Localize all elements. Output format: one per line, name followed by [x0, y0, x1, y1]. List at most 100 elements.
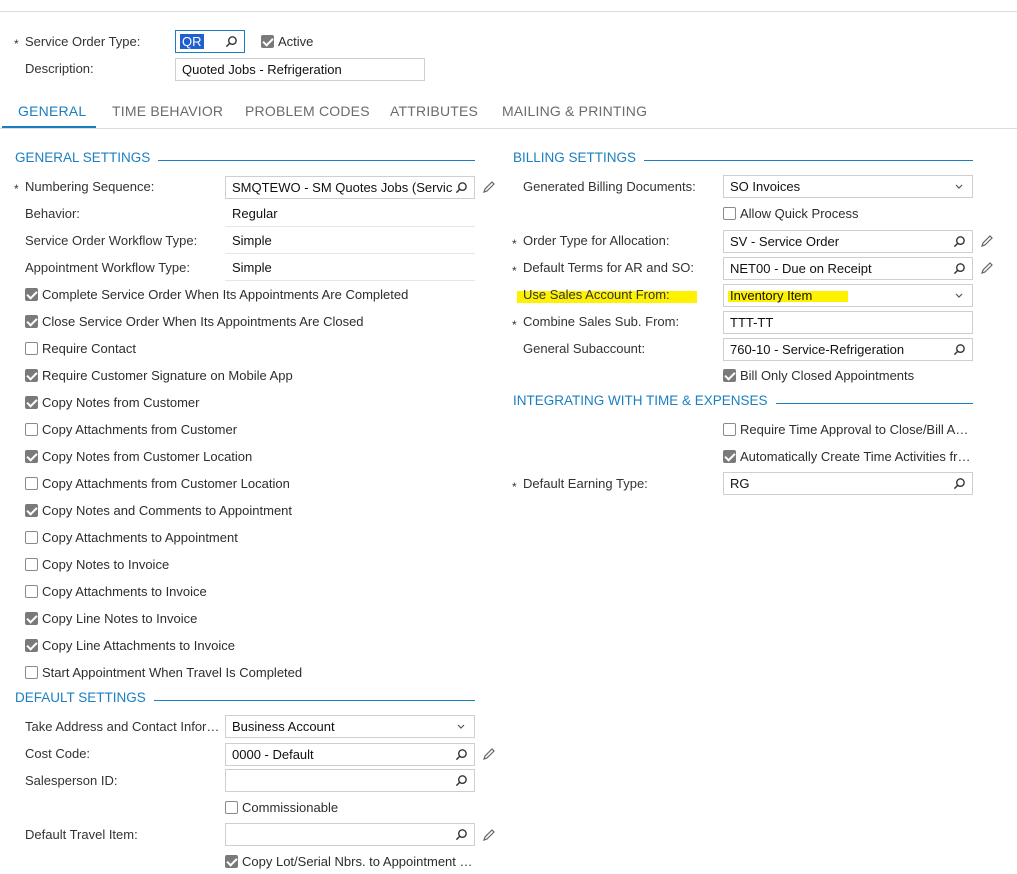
tab-general[interactable]: GENERAL — [18, 103, 86, 119]
chevron-down-icon[interactable] — [954, 290, 964, 300]
edit-pencil-icon[interactable] — [980, 234, 994, 248]
gen-billing-docs-select[interactable]: SO Invoices — [723, 175, 973, 198]
checkbox-box[interactable] — [25, 369, 38, 382]
checkbox-box[interactable] — [25, 504, 38, 517]
allow-quick-process-checkbox[interactable]: Allow Quick Process — [723, 206, 858, 221]
numbering-sequence-label: Numbering Sequence: — [25, 179, 155, 194]
cost-code-input[interactable]: 0000 - Default — [225, 743, 475, 766]
cost-code-label: Cost Code: — [25, 746, 91, 761]
search-icon[interactable] — [953, 477, 966, 490]
edit-pencil-icon[interactable] — [482, 747, 496, 761]
search-icon[interactable] — [953, 262, 966, 275]
search-icon[interactable] — [455, 748, 468, 761]
general-checkbox[interactable]: Copy Notes to Invoice — [25, 557, 169, 572]
required-marker: * — [512, 480, 517, 494]
active-checkbox-box[interactable] — [261, 35, 274, 48]
default-earning-type-input[interactable]: RG — [723, 472, 973, 495]
numbering-sequence-input[interactable]: SMQTEWO - SM Quotes Jobs (Servic — [225, 176, 475, 199]
general-checkbox[interactable]: Copy Notes from Customer Location — [25, 449, 252, 464]
use-sales-account-label: Use Sales Account From: — [523, 287, 670, 302]
checkbox-box[interactable] — [25, 450, 38, 463]
active-checkbox[interactable]: Active — [261, 34, 313, 49]
tab-time-behavior[interactable]: TIME BEHAVIOR — [112, 103, 223, 119]
general-subaccount-input[interactable]: 760-10 - Service-Refrigeration — [723, 338, 973, 361]
general-checkbox[interactable]: Copy Attachments to Invoice — [25, 584, 207, 599]
search-icon[interactable] — [953, 343, 966, 356]
salesperson-input[interactable] — [225, 769, 475, 792]
active-tab-indicator — [2, 126, 96, 128]
checkbox-box[interactable] — [25, 396, 38, 409]
take-address-select[interactable]: Business Account — [225, 715, 475, 738]
cost-code-value: 0000 - Default — [232, 747, 314, 762]
edit-pencil-icon[interactable] — [980, 261, 994, 275]
bill-only-closed-checkbox[interactable]: Bill Only Closed Appointments — [723, 368, 914, 383]
service-order-type-input[interactable]: QR — [175, 30, 245, 53]
travel-item-input[interactable] — [225, 823, 475, 846]
checkbox-label: Start Appointment When Travel Is Complet… — [42, 665, 303, 680]
search-icon[interactable] — [455, 181, 468, 194]
checkbox-label: Copy Attachments from Customer Location — [42, 476, 290, 491]
checkbox-box[interactable] — [25, 315, 38, 328]
general-checkbox[interactable]: Copy Notes and Comments to Appointment — [25, 503, 292, 518]
tab-mailing-printing[interactable]: MAILING & PRINTING — [502, 103, 647, 119]
checkbox-label: Copy Line Notes to Invoice — [42, 611, 198, 626]
combine-sales-sub-value: TTT-TT — [730, 315, 774, 330]
checkbox-label: Complete Service Order When Its Appointm… — [42, 287, 409, 302]
checkbox-box[interactable] — [25, 531, 38, 544]
use-sales-account-select[interactable]: Inventory Item — [723, 284, 973, 307]
general-checkbox[interactable]: Copy Line Attachments to Invoice — [25, 638, 235, 653]
checkbox-box[interactable] — [225, 855, 238, 868]
checkbox-box[interactable] — [225, 801, 238, 814]
general-checkbox[interactable]: Copy Attachments from Customer — [25, 422, 237, 437]
checkbox-box[interactable] — [25, 288, 38, 301]
divider — [225, 253, 475, 254]
tab-problem-codes[interactable]: PROBLEM CODES — [245, 103, 370, 119]
default-settings-header: DEFAULT SETTINGS — [15, 690, 475, 705]
order-type-allocation-label: Order Type for Allocation: — [523, 233, 670, 248]
default-terms-input[interactable]: NET00 - Due on Receipt — [723, 257, 973, 280]
divider — [225, 226, 475, 227]
commissionable-checkbox[interactable]: Commissionable — [225, 800, 338, 815]
checkbox-box[interactable] — [723, 423, 736, 436]
require-time-approval-checkbox[interactable]: Require Time Approval to Close/Bill A… — [723, 422, 968, 437]
tab-attributes[interactable]: ATTRIBUTES — [390, 103, 478, 119]
general-checkbox[interactable]: Copy Notes from Customer — [25, 395, 200, 410]
general-checkbox[interactable]: Copy Attachments to Appointment — [25, 530, 238, 545]
general-checkbox[interactable]: Complete Service Order When Its Appointm… — [25, 287, 408, 302]
copy-lot-serial-checkbox[interactable]: Copy Lot/Serial Nbrs. to Appointment … — [225, 854, 473, 869]
checkbox-box[interactable] — [25, 666, 38, 679]
general-checkbox[interactable]: Copy Line Notes to Invoice — [25, 611, 197, 626]
checkbox-box[interactable] — [25, 342, 38, 355]
general-checkbox[interactable]: Require Customer Signature on Mobile App — [25, 368, 293, 383]
checkbox-box[interactable] — [25, 639, 38, 652]
general-checkbox[interactable]: Require Contact — [25, 341, 136, 356]
general-checkbox[interactable]: Close Service Order When Its Appointment… — [25, 314, 364, 329]
edit-pencil-icon[interactable] — [482, 828, 496, 842]
general-checkbox[interactable]: Start Appointment When Travel Is Complet… — [25, 665, 302, 680]
checkbox-box[interactable] — [25, 477, 38, 490]
edit-pencil-icon[interactable] — [482, 180, 496, 194]
chevron-down-icon[interactable] — [954, 181, 964, 191]
combine-sales-sub-label: Combine Sales Sub. From: — [523, 314, 680, 329]
checkbox-box[interactable] — [25, 612, 38, 625]
general-checkbox[interactable]: Copy Attachments from Customer Location — [25, 476, 290, 491]
order-type-allocation-input[interactable]: SV - Service Order — [723, 230, 973, 253]
search-icon[interactable] — [455, 828, 468, 841]
chevron-down-icon[interactable] — [456, 721, 466, 731]
search-icon[interactable] — [953, 235, 966, 248]
checkbox-box[interactable] — [25, 423, 38, 436]
auto-create-time-activities-checkbox[interactable]: Automatically Create Time Activities fr… — [723, 449, 970, 464]
search-icon[interactable] — [225, 35, 238, 48]
description-input[interactable]: Quoted Jobs - Refrigeration — [175, 58, 425, 81]
integrating-title: INTEGRATING WITH TIME & EXPENSES — [513, 393, 768, 408]
combine-sales-sub-input[interactable]: TTT-TT — [723, 311, 973, 334]
checkbox-box[interactable] — [723, 450, 736, 463]
salesperson-label: Salesperson ID: — [25, 773, 118, 788]
checkbox-box[interactable] — [25, 558, 38, 571]
search-icon[interactable] — [455, 774, 468, 787]
checkbox-box[interactable] — [723, 369, 736, 382]
checkbox-box[interactable] — [723, 207, 736, 220]
checkbox-box[interactable] — [25, 585, 38, 598]
checkbox-label: Copy Line Attachments to Invoice — [42, 638, 235, 653]
description-label: Description: — [25, 61, 94, 76]
